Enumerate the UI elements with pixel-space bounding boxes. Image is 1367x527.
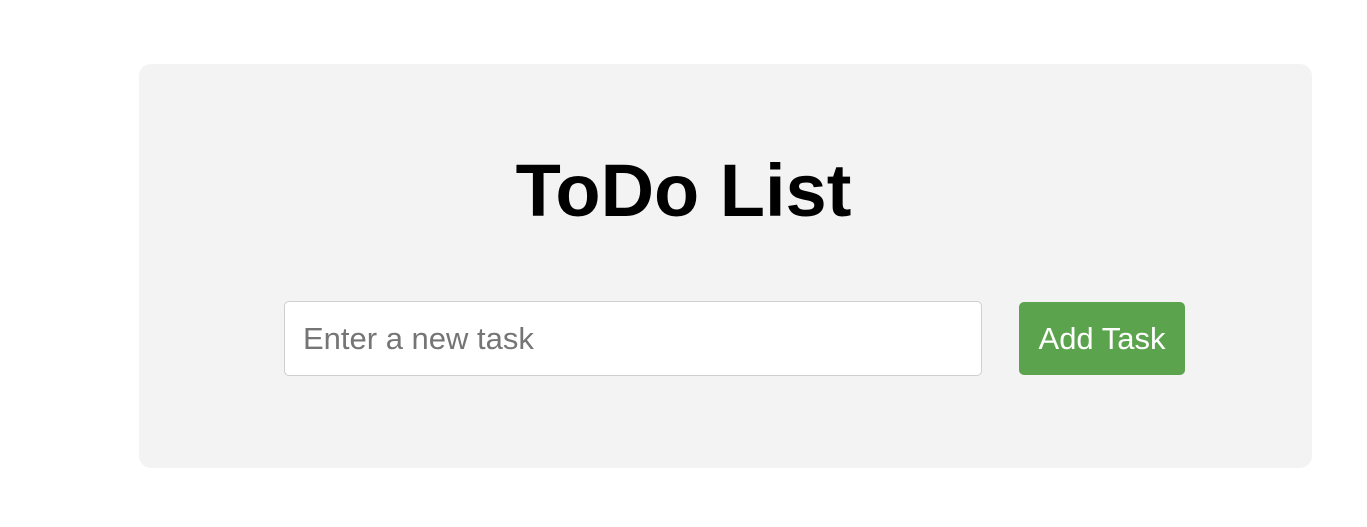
page-title: ToDo List [515, 149, 852, 232]
add-task-button[interactable]: Add Task [1019, 302, 1185, 375]
new-task-input[interactable] [284, 301, 982, 376]
todo-card [139, 64, 1312, 468]
